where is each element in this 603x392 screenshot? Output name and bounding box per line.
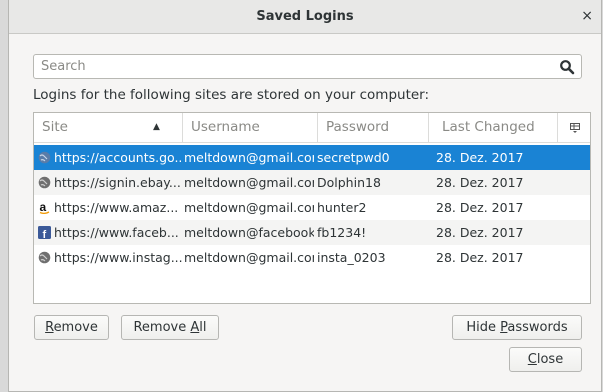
search-input[interactable] — [41, 57, 541, 76]
column-header-username-label: Username — [191, 119, 260, 135]
table-header: Site ▲ Username Password Last Changed — [34, 113, 590, 143]
amazon-icon: a — [40, 201, 50, 214]
column-picker-icon — [570, 123, 580, 133]
column-header-site[interactable]: Site ▲ — [34, 113, 184, 142]
remove-button[interactable]: Remove — [34, 315, 109, 340]
column-picker-button[interactable] — [557, 113, 590, 142]
password-cell: insta_0203 — [317, 250, 386, 265]
site-cell: https://www.amaz... — [54, 200, 179, 215]
column-header-site-label: Site — [42, 119, 68, 135]
site-cell: https://signin.ebay.... — [54, 175, 182, 190]
close-button[interactable]: Close — [509, 347, 582, 372]
table-row[interactable]: https://signin.ebay.... meltdown@gmail.c… — [34, 170, 590, 195]
dialog-title: Saved Logins — [256, 9, 354, 24]
remove-all-button-label-post: ll — [199, 320, 207, 335]
column-header-password[interactable]: Password — [317, 113, 428, 142]
username-cell: meltdown@gmail.com — [184, 175, 314, 190]
column-header-username[interactable]: Username — [182, 113, 313, 142]
close-button-mnemonic: C — [527, 352, 537, 367]
search-icon[interactable] — [559, 59, 575, 75]
username-cell: meltdown@facebook... — [184, 225, 314, 240]
password-cell: fb1234! — [317, 225, 367, 240]
column-header-last-changed-label: Last Changed — [442, 119, 535, 135]
table-row[interactable]: https://www.instag... meltdown@gmail.com… — [34, 245, 590, 270]
globe-icon — [38, 251, 51, 264]
remove-all-button-label-pre: Remove — [133, 320, 191, 335]
username-cell: meltdown@gmail.com — [184, 200, 314, 215]
close-button-label-post: lose — [536, 352, 564, 367]
globe-icon — [38, 176, 51, 189]
search-field[interactable] — [33, 54, 582, 79]
info-label: Logins for the following sites are store… — [33, 87, 430, 103]
username-cell: meltdown@gmail.com — [184, 150, 314, 165]
last-changed-cell: 28. Dez. 2017 — [436, 250, 524, 265]
title-bar: Saved Logins × — [9, 0, 601, 34]
password-cell: hunter2 — [317, 200, 367, 215]
saved-logins-dialog: Saved Logins × Logins for the following … — [8, 0, 602, 392]
site-cell: https://accounts.go... — [54, 150, 182, 165]
remove-button-mnemonic: R — [45, 320, 54, 335]
remove-button-label-post: emove — [53, 320, 98, 335]
table-row[interactable]: a https://www.amaz... meltdown@gmail.com… — [34, 195, 590, 220]
close-window-icon[interactable]: × — [581, 8, 593, 24]
password-cell: secretpwd0 — [317, 150, 390, 165]
username-cell: meltdown@gmail.com — [184, 250, 314, 265]
facebook-icon: f — [38, 226, 51, 239]
last-changed-cell: 28. Dez. 2017 — [436, 150, 524, 165]
last-changed-cell: 28. Dez. 2017 — [436, 175, 524, 190]
hide-passwords-button[interactable]: Hide Passwords — [452, 315, 582, 340]
table-row[interactable]: f https://www.faceb... meltdown@facebook… — [34, 220, 590, 245]
column-header-last-changed[interactable]: Last Changed — [428, 113, 557, 142]
globe-icon — [38, 151, 51, 164]
site-cell: https://www.instag... — [54, 250, 182, 265]
site-cell: https://www.faceb... — [54, 225, 179, 240]
password-cell: Dolphin18 — [317, 175, 381, 190]
remove-all-button[interactable]: Remove All — [121, 315, 219, 340]
svg-text:f: f — [43, 229, 47, 239]
column-header-password-label: Password — [326, 119, 390, 135]
logins-table: Site ▲ Username Password Last Changed ht… — [33, 112, 591, 304]
last-changed-cell: 28. Dez. 2017 — [436, 225, 524, 240]
remove-all-button-mnemonic: A — [190, 320, 200, 335]
hide-passwords-button-label-post: asswords — [507, 320, 568, 335]
hide-passwords-button-label-pre: Hide — [466, 320, 501, 335]
table-row[interactable]: https://accounts.go... meltdown@gmail.co… — [34, 145, 590, 170]
sort-ascending-icon: ▲ — [153, 122, 160, 132]
last-changed-cell: 28. Dez. 2017 — [436, 200, 524, 215]
